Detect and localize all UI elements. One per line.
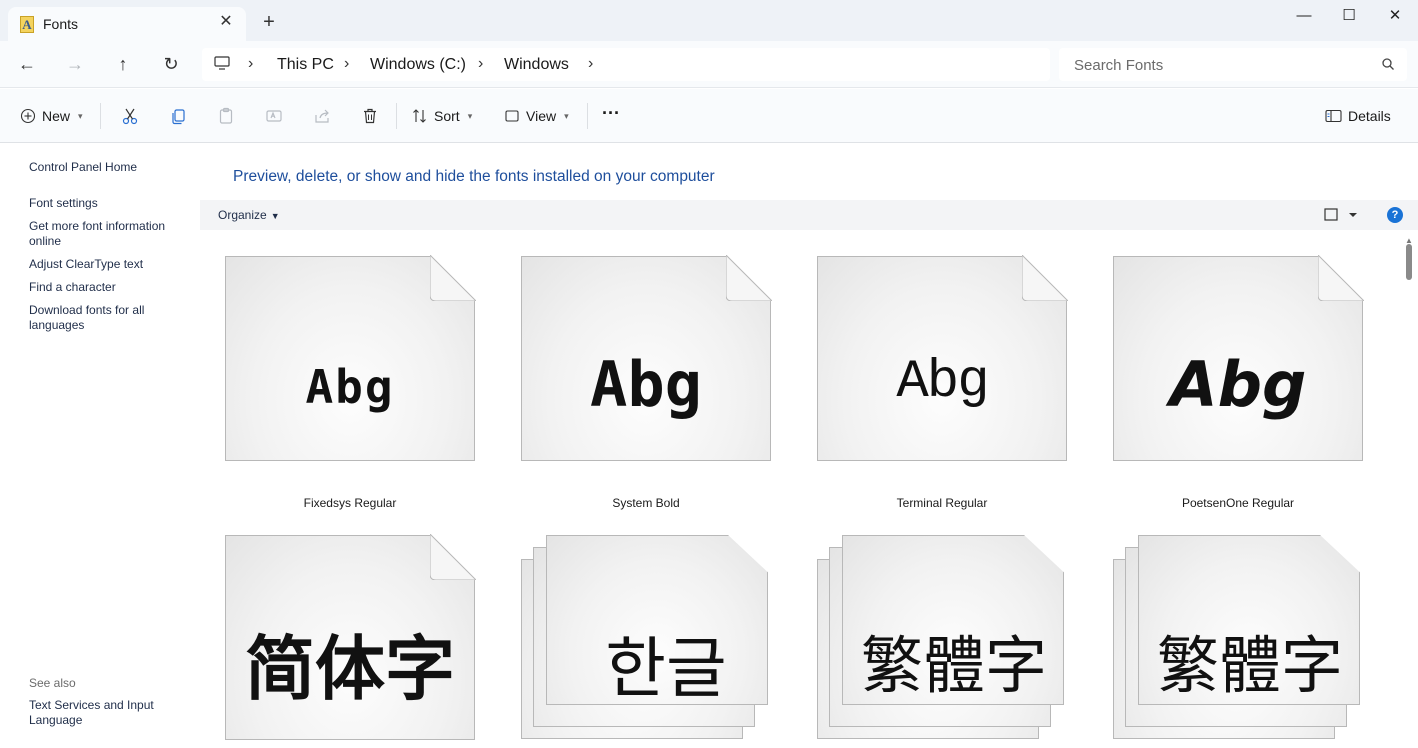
breadcrumb-this-pc[interactable]: This PC: [277, 56, 334, 74]
breadcrumb-chevron-icon[interactable]: ›: [248, 55, 253, 73]
font-sample: 한글: [605, 630, 727, 707]
sort-icon: [413, 109, 426, 123]
font-sample: Abg: [590, 348, 702, 421]
title-bar: A Fonts ✕ + — ☐ ✕: [0, 0, 1418, 42]
sort-button[interactable]: Sort ▾: [412, 105, 472, 127]
page-fold-icon: [430, 255, 476, 301]
divider: [587, 103, 588, 129]
font-sample: 繁體字: [1156, 629, 1343, 702]
divider: [396, 103, 397, 129]
font-sample: Abg: [896, 352, 989, 413]
address-bar[interactable]: › This PC › Windows (C:) › Windows ›: [202, 48, 1050, 81]
view-label: View: [526, 108, 557, 124]
new-tab-button[interactable]: +: [258, 12, 280, 34]
new-button[interactable]: New ▾: [20, 105, 83, 127]
page-heading: Preview, delete, or show and hide the fo…: [233, 168, 715, 185]
breadcrumb-chevron-icon[interactable]: ›: [588, 55, 593, 73]
navigation-bar: ← → ↑ ↻ › This PC › Windows (C:) › Windo…: [0, 41, 1418, 88]
search-placeholder: Search Fonts: [1074, 57, 1164, 74]
font-sample: Abg: [305, 360, 395, 414]
delete-icon[interactable]: [359, 105, 381, 127]
font-sample: 繁體字: [860, 629, 1047, 702]
font-name: System Bold: [612, 496, 680, 510]
new-label: New: [42, 108, 71, 124]
fonts-content: Preview, delete, or show and hide the fo…: [200, 144, 1418, 748]
details-pane-icon: [1325, 109, 1342, 123]
font-name: PoetsenOne Regular: [1181, 496, 1295, 510]
sort-label: Sort: [434, 108, 460, 124]
see-also-heading: See also: [29, 676, 76, 690]
chevron-down-icon: ▾: [78, 110, 83, 121]
cleartype-link[interactable]: Adjust ClearType text: [29, 257, 189, 272]
divider: [100, 103, 101, 129]
share-icon[interactable]: [311, 105, 333, 127]
font-sample: 简体字: [245, 628, 455, 710]
paste-icon[interactable]: [215, 105, 237, 127]
page-fold-icon: [726, 255, 772, 301]
page-fold-icon: [1318, 255, 1364, 301]
breadcrumb-chevron-icon[interactable]: ›: [478, 55, 483, 73]
page-fold-icon: [430, 534, 476, 580]
text-services-link[interactable]: Text Services and Input Language: [29, 698, 189, 728]
close-window-button[interactable]: ✕: [1372, 4, 1418, 28]
refresh-button[interactable]: ↻: [158, 53, 184, 75]
computer-icon: [214, 56, 230, 70]
breadcrumb-chevron-icon[interactable]: ›: [344, 55, 349, 73]
font-name: Terminal Regular: [896, 496, 988, 510]
chevron-down-icon: ▼: [270, 211, 280, 221]
tab-fonts[interactable]: A Fonts ✕: [8, 7, 246, 42]
cut-icon[interactable]: [119, 105, 141, 127]
rename-icon[interactable]: [263, 105, 285, 127]
breadcrumb-windows[interactable]: Windows: [504, 56, 569, 74]
plus-circle-icon: [20, 108, 36, 124]
copy-icon[interactable]: [167, 105, 189, 127]
details-label: Details: [1348, 108, 1391, 124]
view-icon: [505, 110, 519, 122]
tab-title: Fonts: [43, 16, 79, 32]
up-button[interactable]: ↑: [110, 53, 136, 75]
vertical-scrollbar[interactable]: [1403, 236, 1415, 748]
help-icon[interactable]: ?: [1387, 207, 1403, 223]
view-button[interactable]: View ▾: [504, 105, 569, 127]
back-button[interactable]: ←: [14, 53, 40, 75]
command-bar: New ▾ Sort ▾ View ▾ ··· Details: [0, 89, 1418, 143]
organize-toolbar: Organize ▼ ?: [200, 200, 1418, 230]
font-settings-link[interactable]: Font settings: [29, 196, 189, 211]
details-button[interactable]: Details: [1325, 105, 1391, 127]
change-view-icon[interactable]: [1324, 208, 1360, 222]
search-icon: [1382, 58, 1394, 70]
page-fold-icon: [1022, 255, 1068, 301]
font-name: Fixedsys Regular: [303, 496, 397, 510]
tab-close-button[interactable]: ✕: [216, 12, 236, 32]
organize-label: Organize: [218, 208, 267, 222]
find-character-link[interactable]: Find a character: [29, 280, 189, 295]
chevron-down-icon: ▾: [564, 110, 569, 121]
search-input[interactable]: Search Fonts: [1059, 48, 1407, 81]
maximize-button[interactable]: ☐: [1326, 4, 1372, 28]
task-pane: Control Panel Home Font settings Get mor…: [0, 144, 200, 748]
forward-button[interactable]: →: [62, 53, 88, 75]
font-sample: Abg: [1169, 348, 1307, 421]
breadcrumb-windows-c[interactable]: Windows (C:): [370, 56, 466, 74]
fonts-folder-icon: A: [20, 16, 34, 33]
more-font-info-link[interactable]: Get more font information online: [29, 219, 189, 249]
scrollbar-thumb[interactable]: [1406, 244, 1412, 280]
download-fonts-link[interactable]: Download fonts for all languages: [29, 303, 189, 333]
organize-button[interactable]: Organize ▼: [218, 208, 280, 222]
scroll-up-arrow-icon[interactable]: ▲: [1404, 236, 1414, 245]
control-panel-home-link[interactable]: Control Panel Home: [29, 160, 189, 175]
minimize-button[interactable]: —: [1281, 4, 1327, 28]
chevron-down-icon: ▾: [467, 110, 473, 121]
more-options-button[interactable]: ···: [602, 102, 620, 124]
